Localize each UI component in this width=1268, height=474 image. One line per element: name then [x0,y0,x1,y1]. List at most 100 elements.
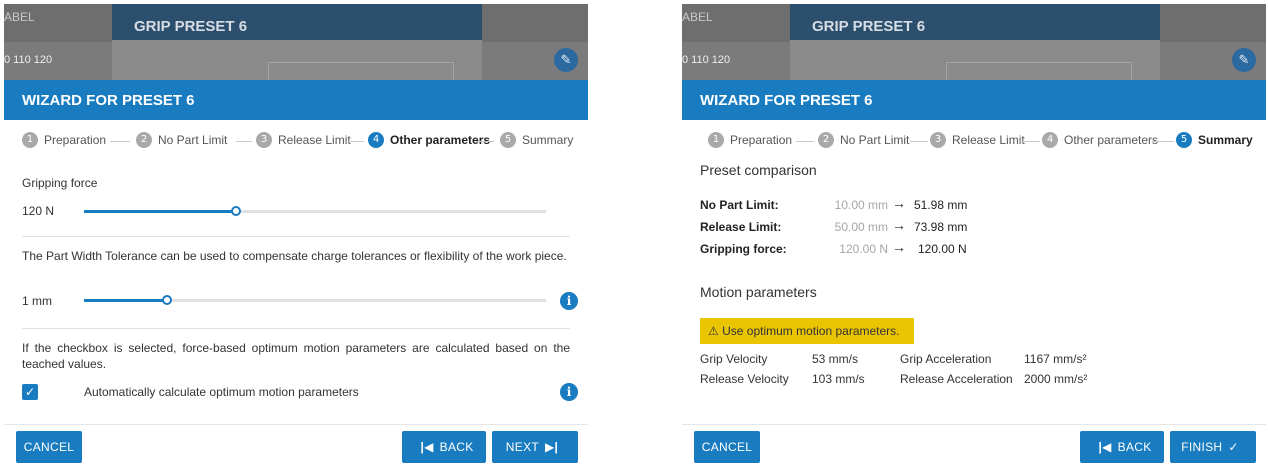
wizard-panel-summary: ABEL 0 110 120 GRIP PRESET 6 ✎ WIZARD FO… [682,4,1266,470]
step-label: Release Limit [278,133,351,147]
wizard-panel-other-parameters: ABEL 0 110 120 GRIP PRESET 6 ✎ WIZARD FO… [4,4,588,470]
step-label: Summary [522,133,574,147]
background-label: ABEL [4,10,35,24]
step-label: Release Limit [952,133,1025,147]
step-no-part-limit: 2 No Part Limit [818,132,909,148]
step-number: 2 [818,132,834,148]
background-dialog-body [112,40,482,80]
step-connector [346,141,364,142]
slider-thumb[interactable] [231,206,241,216]
next-button-label: NEXT [505,440,540,454]
step-label: Other parameters [1064,133,1159,147]
step-label: Preparation [44,133,107,147]
comparison-old-value: 120.00 N [839,242,888,256]
step-number: 4 [368,132,384,148]
pencil-icon[interactable]: ✎ [1232,48,1256,72]
cancel-button[interactable]: CANCEL [16,431,82,463]
step-summary: 5 Summary [500,132,573,148]
warning-text: Use optimum motion parameters. [722,324,900,338]
background-number: 0 110 120 [682,54,731,66]
check-icon: ✓ [1228,440,1239,454]
step-label: Summary [1198,133,1253,147]
wizard-stepper: 1 Preparation 2 No Part Limit 3 Release … [682,132,1266,152]
pencil-icon[interactable]: ✎ [554,48,578,72]
finish-button[interactable]: FINISH ✓ [1170,431,1256,463]
motion-value: 53 mm/s [812,352,859,366]
step-label: No Part Limit [158,133,228,147]
wizard-title: WIZARD FOR PRESET 6 [682,80,1266,120]
step-number: 1 [22,132,38,148]
info-icon[interactable]: i [560,383,578,401]
comparison-new-value: 120.00 N [918,242,967,256]
step-connector [1152,141,1174,142]
finish-button-label: FINISH [1181,440,1223,454]
step-other-parameters: 4 Other parameters [368,132,490,148]
step-number: 4 [1042,132,1058,148]
motion-value: 2000 mm/s² [1024,372,1088,386]
divider [22,328,570,329]
wizard-stepper: 1 Preparation 2 No Part Limit 3 Release … [4,132,588,152]
wizard-footer: CANCEL |◀ BACK FINISH ✓ [682,424,1266,470]
arrow-right-icon: → [892,217,906,233]
wizard-title: WIZARD FOR PRESET 6 [4,80,588,120]
background-input-field [946,62,1132,80]
step-number: 2 [136,132,152,148]
step-number: 5 [1176,132,1192,148]
tolerance-value: 1 mm [22,294,52,308]
step-label: Preparation [730,133,793,147]
motion-label: Grip Velocity [700,352,768,366]
comparison-label: Release Limit: [700,220,782,234]
gripping-force-label: Gripping force [22,176,98,190]
step-connector [910,141,928,142]
step-release-limit: 3 Release Limit [256,132,351,148]
background-input-field [268,62,454,80]
arrow-right-icon: → [892,239,906,255]
auto-calc-checkbox[interactable]: ✓ [22,384,38,400]
back-button[interactable]: |◀ BACK [402,431,486,463]
gripping-force-value: 120 N [22,204,55,218]
slider-fill [84,210,236,213]
background-number: 0 110 120 [4,54,53,66]
comparison-new-value: 73.98 mm [914,220,968,234]
step-release-limit: 3 Release Limit [930,132,1025,148]
tolerance-description: The Part Width Tolerance can be used to … [22,249,567,263]
warning-banner: ⚠ Use optimum motion parameters. [700,318,914,344]
motion-parameters-title: Motion parameters [700,284,817,300]
motion-label: Release Acceleration [900,372,1013,386]
background-dialog-body [790,40,1160,80]
preset-comparison-title: Preset comparison [700,162,817,178]
step-preparation: 1 Preparation [22,132,106,148]
gripping-force-slider[interactable] [84,206,546,216]
skip-forward-icon: ▶| [545,440,559,454]
warning-triangle-icon: ⚠ [708,324,719,338]
background-label: ABEL [682,10,713,24]
background-dialog-title: GRIP PRESET 6 [112,4,482,40]
step-connector [476,141,494,142]
cancel-button[interactable]: CANCEL [694,431,760,463]
slider-thumb[interactable] [162,295,172,305]
cancel-button-label: CANCEL [23,440,75,454]
tolerance-slider[interactable] [84,295,546,305]
checkbox-description: If the checkbox is selected, force-based… [22,341,570,371]
wizard-dialog: WIZARD FOR PRESET 6 1 Preparation 2 No P… [682,80,1266,470]
comparison-label: Gripping force: [700,242,787,256]
motion-label: Grip Acceleration [900,352,992,366]
step-connector [110,141,130,142]
step-no-part-limit: 2 No Part Limit [136,132,227,148]
step-number: 3 [930,132,946,148]
step-label: No Part Limit [840,133,910,147]
back-button-label: BACK [439,440,474,454]
step-connector [1020,141,1040,142]
comparison-new-value: 51.98 mm [914,198,968,212]
info-icon[interactable]: i [560,292,578,310]
back-button-label: BACK [1117,440,1152,454]
step-number: 5 [500,132,516,148]
step-number: 3 [256,132,272,148]
wizard-dialog: WIZARD FOR PRESET 6 1 Preparation 2 No P… [4,80,588,470]
cancel-button-label: CANCEL [701,440,753,454]
next-button[interactable]: NEXT ▶| [492,431,578,463]
comparison-old-value: 50.00 mm [834,220,888,234]
motion-label: Release Velocity [700,372,789,386]
comparison-old-value: 10.00 mm [834,198,888,212]
back-button[interactable]: |◀ BACK [1080,431,1164,463]
